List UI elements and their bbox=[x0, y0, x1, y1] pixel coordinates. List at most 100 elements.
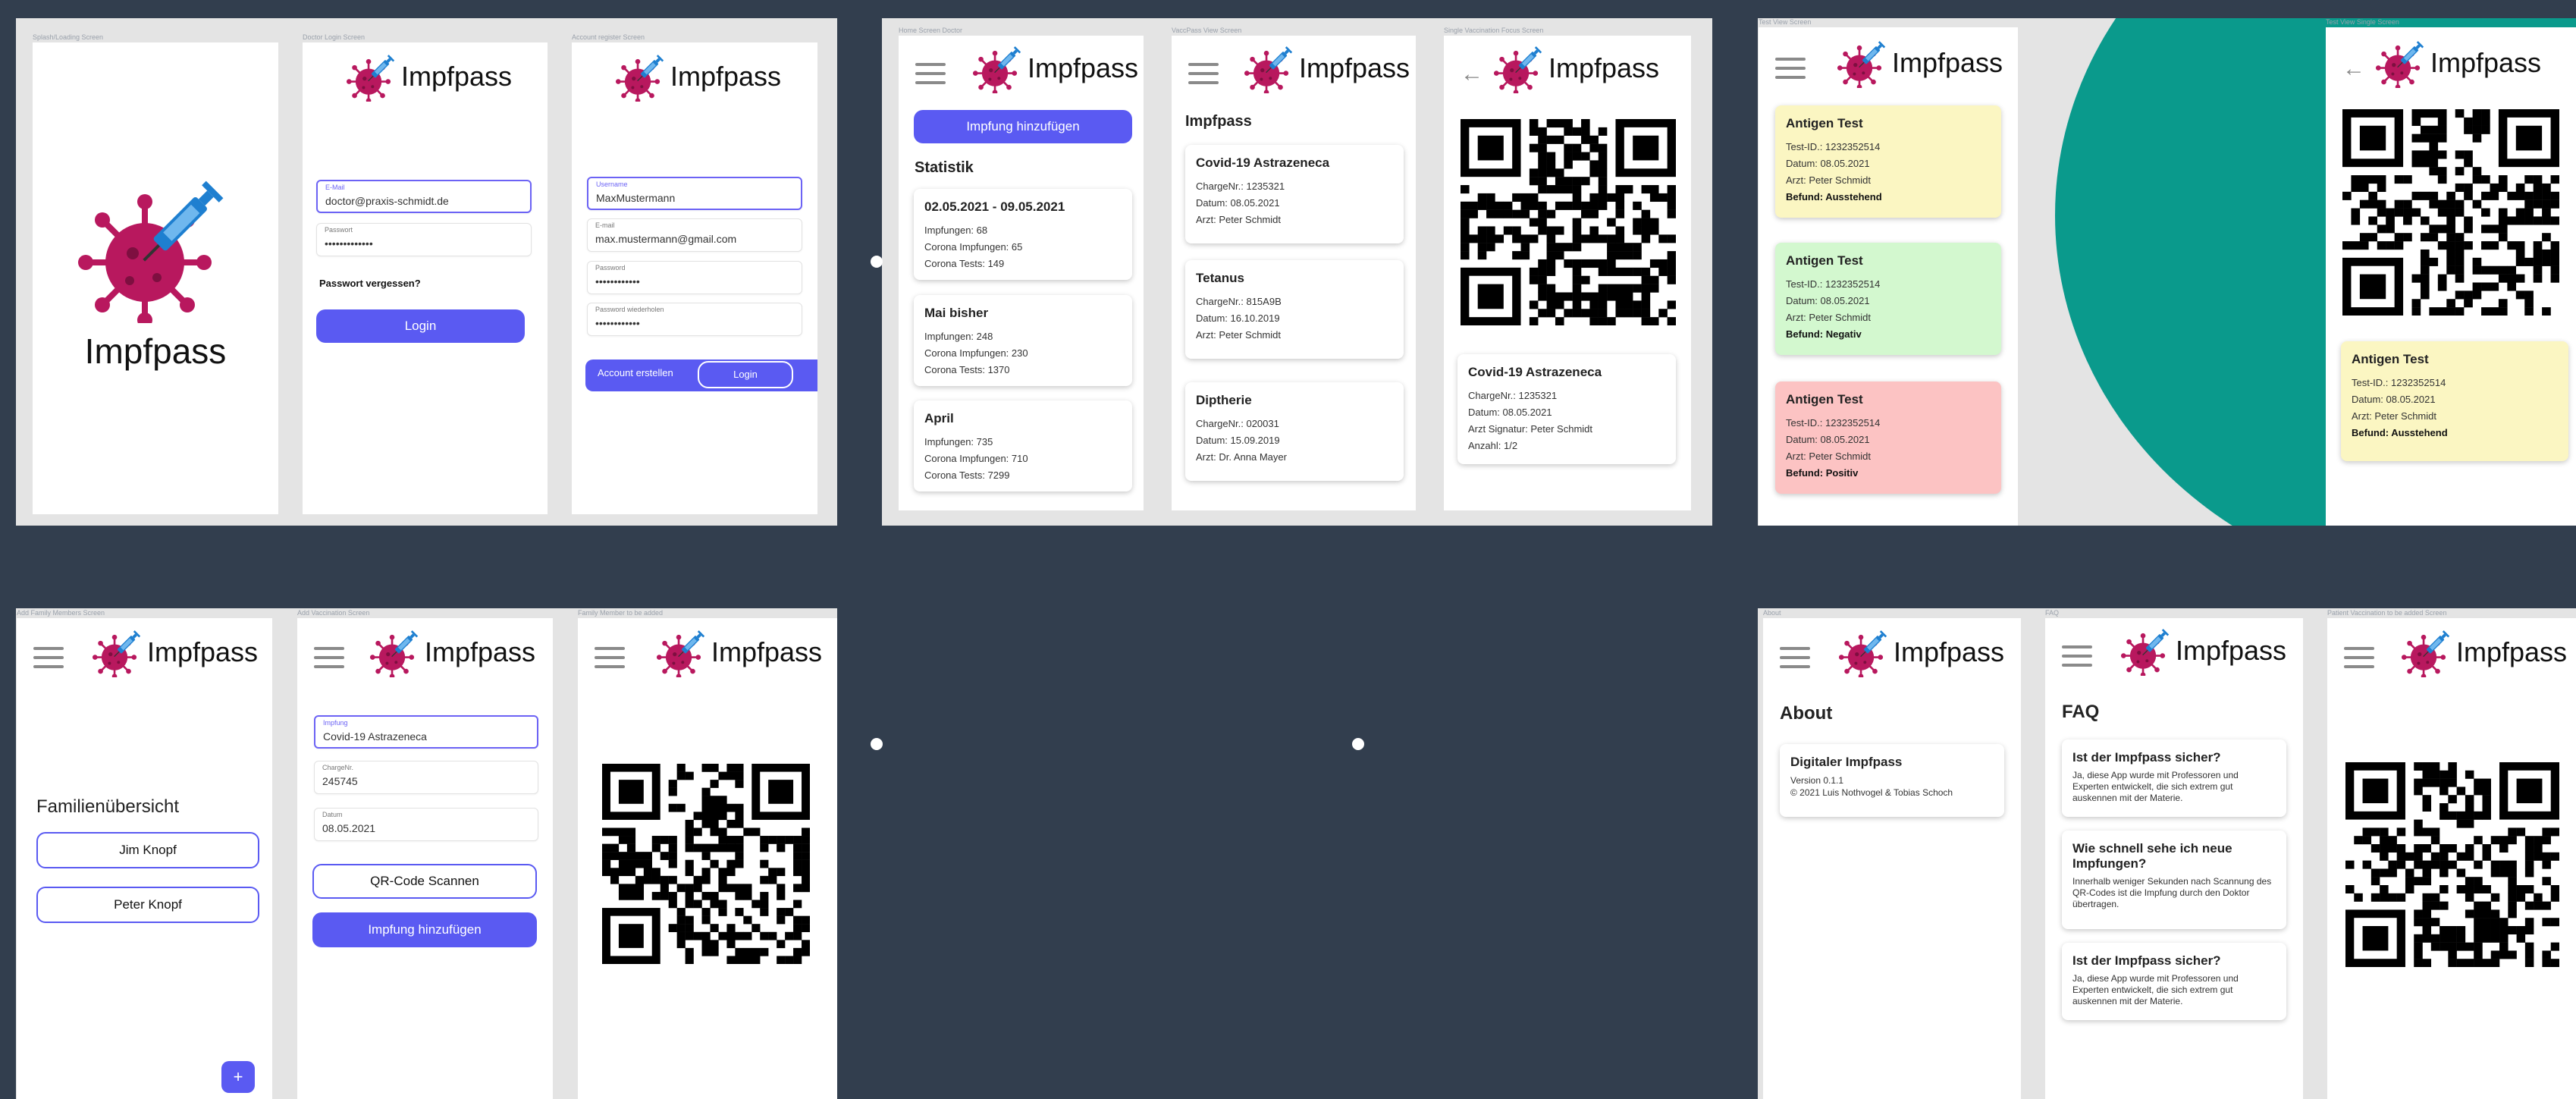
field-label: E-mail bbox=[595, 221, 615, 229]
menu-icon[interactable] bbox=[595, 647, 625, 668]
qr-code-icon bbox=[2342, 109, 2559, 316]
divider-dot bbox=[1352, 738, 1364, 750]
app-logo: Impfpass bbox=[1839, 626, 2004, 679]
card-title: Covid-19 Astrazeneca bbox=[1468, 365, 1602, 379]
card-line: Corona Tests: 1370 bbox=[924, 364, 1010, 375]
app-name: Impfpass bbox=[711, 636, 823, 667]
menu-icon[interactable] bbox=[915, 63, 946, 84]
username-field[interactable]: Username MaxMustermann bbox=[587, 177, 802, 210]
faq-item[interactable]: Ist der Impfpass sicher? Ja, diese App w… bbox=[2062, 943, 2286, 1020]
field-label: E-Mail bbox=[325, 184, 345, 191]
field-label: Passwort bbox=[325, 226, 353, 234]
card-line: Datum: 08.05.2021 bbox=[1786, 158, 1870, 169]
menu-icon[interactable] bbox=[2062, 645, 2092, 667]
charge-number-field[interactable]: ChargeNr. 245745 bbox=[314, 761, 538, 794]
card-line: Datum: 08.05.2021 bbox=[2352, 394, 2436, 405]
screen-label: Family Member to be added bbox=[578, 609, 664, 617]
card-line: Impfungen: 735 bbox=[924, 436, 993, 447]
faq-item[interactable]: Wie schnell sehe ich neue Impfungen? Inn… bbox=[2062, 831, 2286, 929]
vaccine-field[interactable]: Impfung Covid-19 Astrazeneca bbox=[314, 715, 538, 749]
card-line: Arzt Signatur: Peter Schmidt bbox=[1468, 423, 1593, 435]
app-title: Impfpass bbox=[84, 331, 227, 371]
test-card-negative[interactable]: Antigen Test Test-ID.: 1232352514 Datum:… bbox=[1775, 243, 2001, 355]
menu-icon[interactable] bbox=[314, 647, 344, 668]
email-field[interactable]: E-mail max.mustermann@gmail.com bbox=[587, 218, 802, 252]
app-name: Impfpass bbox=[1548, 52, 1660, 83]
vaccination-card[interactable]: Diptherie ChargeNr.: 020031 Datum: 15.09… bbox=[1185, 382, 1404, 481]
doctor-login-screen: Impfpass E-Mail doctor@praxis-schmidt.de… bbox=[303, 42, 548, 514]
qr-code-icon bbox=[1461, 119, 1676, 325]
logo-virus-syringe-icon bbox=[370, 627, 420, 677]
plus-icon[interactable]: + bbox=[221, 1061, 255, 1093]
password-field[interactable]: Password •••••••••••• bbox=[587, 261, 802, 294]
page-title: FAQ bbox=[2062, 702, 2100, 722]
field-value: •••••••••••• bbox=[595, 317, 640, 329]
menu-icon[interactable] bbox=[1780, 647, 1810, 668]
back-arrow-icon[interactable]: ← bbox=[1461, 61, 1483, 87]
logo-virus-syringe-icon bbox=[1494, 43, 1544, 93]
back-arrow-icon[interactable]: ← bbox=[2342, 56, 2365, 82]
test-card-pending[interactable]: Antigen Test Test-ID.: 1232352514 Datum:… bbox=[1775, 105, 2001, 218]
stats-card[interactable]: April Impfungen: 735 Corona Impfungen: 7… bbox=[914, 400, 1132, 491]
screen-label: Patient Vaccination to be added Screen bbox=[2327, 609, 2447, 617]
app-name: Impfpass bbox=[1892, 47, 2003, 78]
field-value: ••••••••••••• bbox=[325, 237, 373, 250]
vaccination-card[interactable]: Tetanus ChargeNr.: 815A9B Datum: 16.10.2… bbox=[1185, 260, 1404, 359]
menu-icon[interactable] bbox=[2344, 647, 2374, 668]
field-label: Username bbox=[596, 181, 628, 188]
logo-virus-syringe-icon bbox=[2121, 626, 2171, 676]
stats-card[interactable]: 02.05.2021 - 09.05.2021 Impfungen: 68 Co… bbox=[914, 189, 1132, 280]
logo-virus-syringe-icon bbox=[78, 171, 230, 323]
menu-icon[interactable] bbox=[1188, 63, 1219, 84]
field-value: Covid-19 Astrazeneca bbox=[323, 730, 427, 743]
app-logo: Impfpass bbox=[347, 50, 512, 103]
card-line: Arzt: Peter Schmidt bbox=[1786, 312, 1871, 323]
menu-icon[interactable] bbox=[1775, 58, 1806, 79]
family-member-button[interactable]: Peter Knopf bbox=[36, 887, 259, 923]
screen-label: VaccPass View Screen bbox=[1172, 27, 1242, 34]
test-card-positive[interactable]: Antigen Test Test-ID.: 1232352514 Datum:… bbox=[1775, 382, 2001, 494]
app-name: Impfpass bbox=[2456, 636, 2568, 667]
vaccination-card[interactable]: Covid-19 Astrazeneca ChargeNr.: 1235321 … bbox=[1185, 145, 1404, 243]
password-field[interactable]: Passwort ••••••••••••• bbox=[316, 223, 532, 256]
card-title: Digitaler Impfpass bbox=[1790, 755, 1903, 769]
field-label: Impfung bbox=[323, 719, 348, 727]
stats-card[interactable]: Mai bisher Impfungen: 248 Corona Impfung… bbox=[914, 295, 1132, 386]
qr-code-icon bbox=[2345, 762, 2559, 967]
card-line: Impfungen: 68 bbox=[924, 225, 988, 236]
login-tab-button[interactable]: Login bbox=[698, 361, 793, 388]
forgot-password-link[interactable]: Passwort vergessen? bbox=[319, 278, 421, 289]
date-field[interactable]: Datum 08.05.2021 bbox=[314, 808, 538, 841]
field-label: ChargeNr. bbox=[322, 764, 354, 771]
card-title: Antigen Test bbox=[1786, 253, 1863, 268]
card-line: © 2021 Luis Nothvogel & Tobias Schoch bbox=[1790, 787, 1953, 798]
card-line: Arzt: Peter Schmidt bbox=[1196, 329, 1281, 341]
about-screen: Impfpass About Digitaler Impfpass Versio… bbox=[1763, 618, 2021, 1099]
login-button[interactable]: Login bbox=[316, 309, 525, 343]
screen-label: Splash/Loading Screen bbox=[33, 33, 104, 41]
patient-vaccination-screen: Impfpass bbox=[2327, 618, 2576, 1099]
app-name: Impfpass bbox=[1299, 52, 1410, 83]
email-field[interactable]: E-Mail doctor@praxis-schmidt.de bbox=[316, 180, 532, 213]
menu-icon[interactable] bbox=[33, 647, 64, 668]
app-name: Impfpass bbox=[670, 61, 782, 92]
create-account-button[interactable]: Account erstellen bbox=[598, 360, 673, 387]
scan-qr-button[interactable]: QR-Code Scannen bbox=[312, 864, 537, 899]
card-line: Datum: 16.10.2019 bbox=[1196, 312, 1280, 324]
card-line: Test-ID.: 1232352514 bbox=[1786, 417, 1881, 429]
password-repeat-field[interactable]: Password wiederholen •••••••••••• bbox=[587, 303, 802, 336]
logo-virus-syringe-icon bbox=[2376, 38, 2426, 88]
app-logo: Impfpass bbox=[616, 50, 781, 103]
family-member-button[interactable]: Jim Knopf bbox=[36, 832, 259, 868]
field-label: Password wiederholen bbox=[595, 306, 664, 313]
card-line: Test-ID.: 1232352514 bbox=[1786, 278, 1881, 290]
faq-item[interactable]: Ist der Impfpass sicher? Ja, diese App w… bbox=[2062, 739, 2286, 817]
add-vaccination-button[interactable]: Impfung hinzufügen bbox=[914, 110, 1132, 143]
page-title: Familienübersicht bbox=[36, 796, 180, 817]
card-line: Arzt: Peter Schmidt bbox=[1786, 174, 1871, 186]
add-vaccination-button[interactable]: Impfung hinzufügen bbox=[312, 912, 537, 947]
logo-virus-syringe-icon bbox=[347, 52, 397, 102]
card-line: Corona Tests: 7299 bbox=[924, 469, 1010, 481]
home-screen: Impfpass Impfung hinzufügen Statistik 02… bbox=[899, 36, 1144, 510]
app-name: Impfpass bbox=[425, 636, 536, 667]
